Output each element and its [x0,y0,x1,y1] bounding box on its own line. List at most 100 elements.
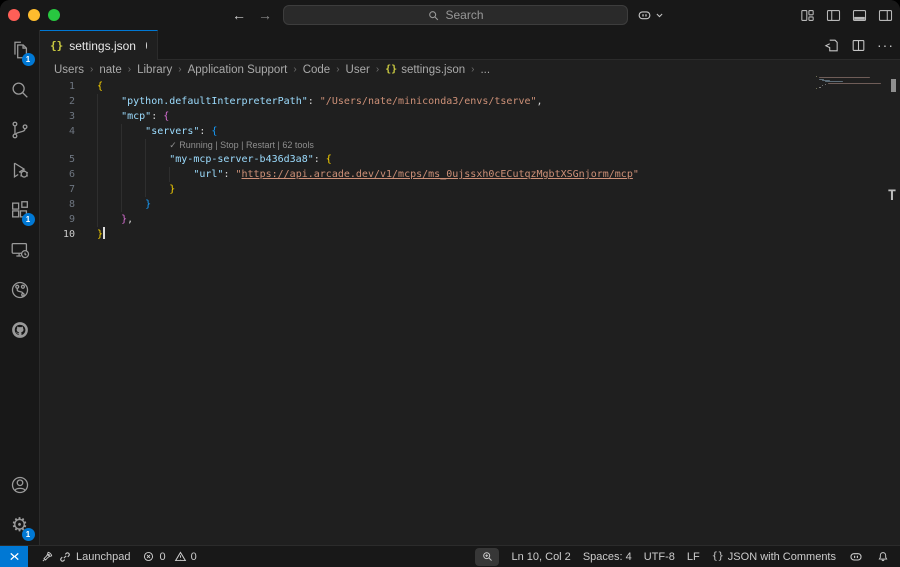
zoom-in-icon [481,550,494,563]
cursor-position-button[interactable]: Ln 10, Col 2 [505,546,576,567]
code-text: } [75,197,151,212]
language-mode-label: JSON with Comments [728,551,836,563]
breadcrumb-item[interactable]: User [346,64,370,76]
maximize-window-button[interactable] [48,9,60,21]
breadcrumb-item[interactable]: Application Support [188,64,288,76]
tab-bar: {} settings.json ··· [40,30,900,60]
sidebar-item-source-control[interactable] [0,110,40,150]
code-line: 2 "python.defaultInterpreterPath": "/Use… [40,94,900,109]
code-editor[interactable]: 1{2 "python.defaultInterpreterPath": "/U… [40,79,900,545]
minimap-line [819,87,821,88]
indent-guide [97,212,98,227]
sidebar-item-remote-explorer[interactable] [0,230,40,270]
sidebar-item-search[interactable] [0,70,40,110]
go-forward-button[interactable]: → [258,7,272,23]
error-icon [142,550,155,563]
notifications-button[interactable] [870,546,896,567]
breadcrumb-item[interactable]: Users [54,64,84,76]
breadcrumb-item[interactable]: settings.json [401,64,465,76]
sidebar-item-run-debug[interactable] [0,150,40,190]
customize-layout-icon[interactable] [799,7,816,24]
indent-guide [121,167,122,182]
search-icon [9,79,31,101]
toggle-secondary-sidebar-icon[interactable] [877,7,894,24]
split-editor-icon[interactable] [850,37,867,54]
json-file-icon: {} [50,39,63,52]
copilot-status-button[interactable] [842,546,870,567]
code-text: } [75,227,105,242]
more-actions-icon[interactable]: ··· [877,37,894,53]
line-number: 10 [40,227,75,242]
encoding-button[interactable]: UTF-8 [638,546,681,567]
code-line: 9 }, [40,212,900,227]
minimap-line [819,77,870,78]
indent-guide [121,124,122,139]
command-center-search[interactable]: Search [283,5,628,25]
indent-guide [121,152,122,167]
link-icon [58,550,72,564]
rocket-icon [40,550,54,564]
source-control-icon [9,119,31,141]
indent-guide [145,167,146,182]
indent-guide [97,124,98,139]
copilot-icon [636,7,653,24]
mcp-url-link[interactable]: https://api.arcade.dev/v1/mcps/ms_0ujssx… [242,169,633,180]
indentation-button[interactable]: Spaces: 4 [577,546,638,567]
breadcrumb-item[interactable]: ... [480,64,490,76]
breadcrumb-item[interactable]: Library [137,64,172,76]
code-line: 4 "servers": { [40,124,900,139]
gitlens-icon [9,279,31,301]
code-line: 7 } [40,182,900,197]
line-number: 3 [40,109,75,124]
code-text: }, [75,212,133,227]
code-line: 5 "my-mcp-server-b436d3a8": { [40,152,900,167]
breadcrumb[interactable]: Users›nate›Library›Application Support›C… [40,60,900,79]
code-line: 3 "mcp": { [40,109,900,124]
sidebar-item-github[interactable] [0,310,40,350]
problems-button[interactable]: 0 0 [136,546,202,567]
close-window-button[interactable] [8,9,20,21]
json-file-icon: {} [385,64,397,75]
status-bar: Launchpad 0 0 Ln 10, Col 2 Spaces: 4 UTF… [0,545,900,567]
remote-icon [7,549,22,564]
code-line: 6 "url": "https://api.arcade.dev/v1/mcps… [40,167,900,182]
settings-badge: 1 [22,528,35,541]
codelens-row[interactable]: ✓ Running | Stop | Restart | 62 tools [40,139,900,152]
sidebar-item-explorer[interactable]: 1 [0,30,40,70]
language-mode-button[interactable]: {} JSON with Comments [706,546,842,567]
launchpad-button[interactable]: Launchpad [34,546,136,567]
open-settings-ui-icon[interactable] [823,37,840,54]
breadcrumb-item[interactable]: Code [303,64,331,76]
minimize-window-button[interactable] [28,9,40,21]
code-text: "my-mcp-server-b436d3a8": { [75,152,332,167]
indent-guide [97,152,98,167]
breadcrumb-separator-icon: › [128,64,131,75]
indent-guide [97,109,98,124]
toggle-primary-sidebar-icon[interactable] [825,7,842,24]
code-text: "url": "https://api.arcade.dev/v1/mcps/m… [75,167,639,182]
errors-count: 0 [159,551,165,563]
github-icon [9,319,31,341]
minimap[interactable] [816,76,886,89]
code-line: 10} [40,227,900,242]
sidebar-item-extensions[interactable]: 1 [0,190,40,230]
toggle-panel-icon[interactable] [851,7,868,24]
eol-button[interactable]: LF [681,546,706,567]
indent-guide [97,197,98,212]
screencast-zoom-button[interactable] [475,548,499,566]
go-back-button[interactable]: ← [232,7,246,23]
code-line: 8 } [40,197,900,212]
copilot-menu-button[interactable] [636,3,664,27]
text-cursor [103,227,105,239]
line-number: 9 [40,212,75,227]
remote-indicator-button[interactable] [0,546,28,567]
breadcrumb-separator-icon: › [90,64,93,75]
copilot-icon [848,549,864,565]
sidebar-item-gitlens[interactable] [0,270,40,310]
tab-settings-json[interactable]: {} settings.json [40,30,158,60]
manage-settings-button[interactable]: ⚙ 1 [0,505,40,545]
minimap-line [828,83,881,84]
breadcrumb-item[interactable]: nate [99,64,121,76]
accounts-button[interactable] [0,465,40,505]
modified-dot-icon[interactable] [146,42,147,49]
